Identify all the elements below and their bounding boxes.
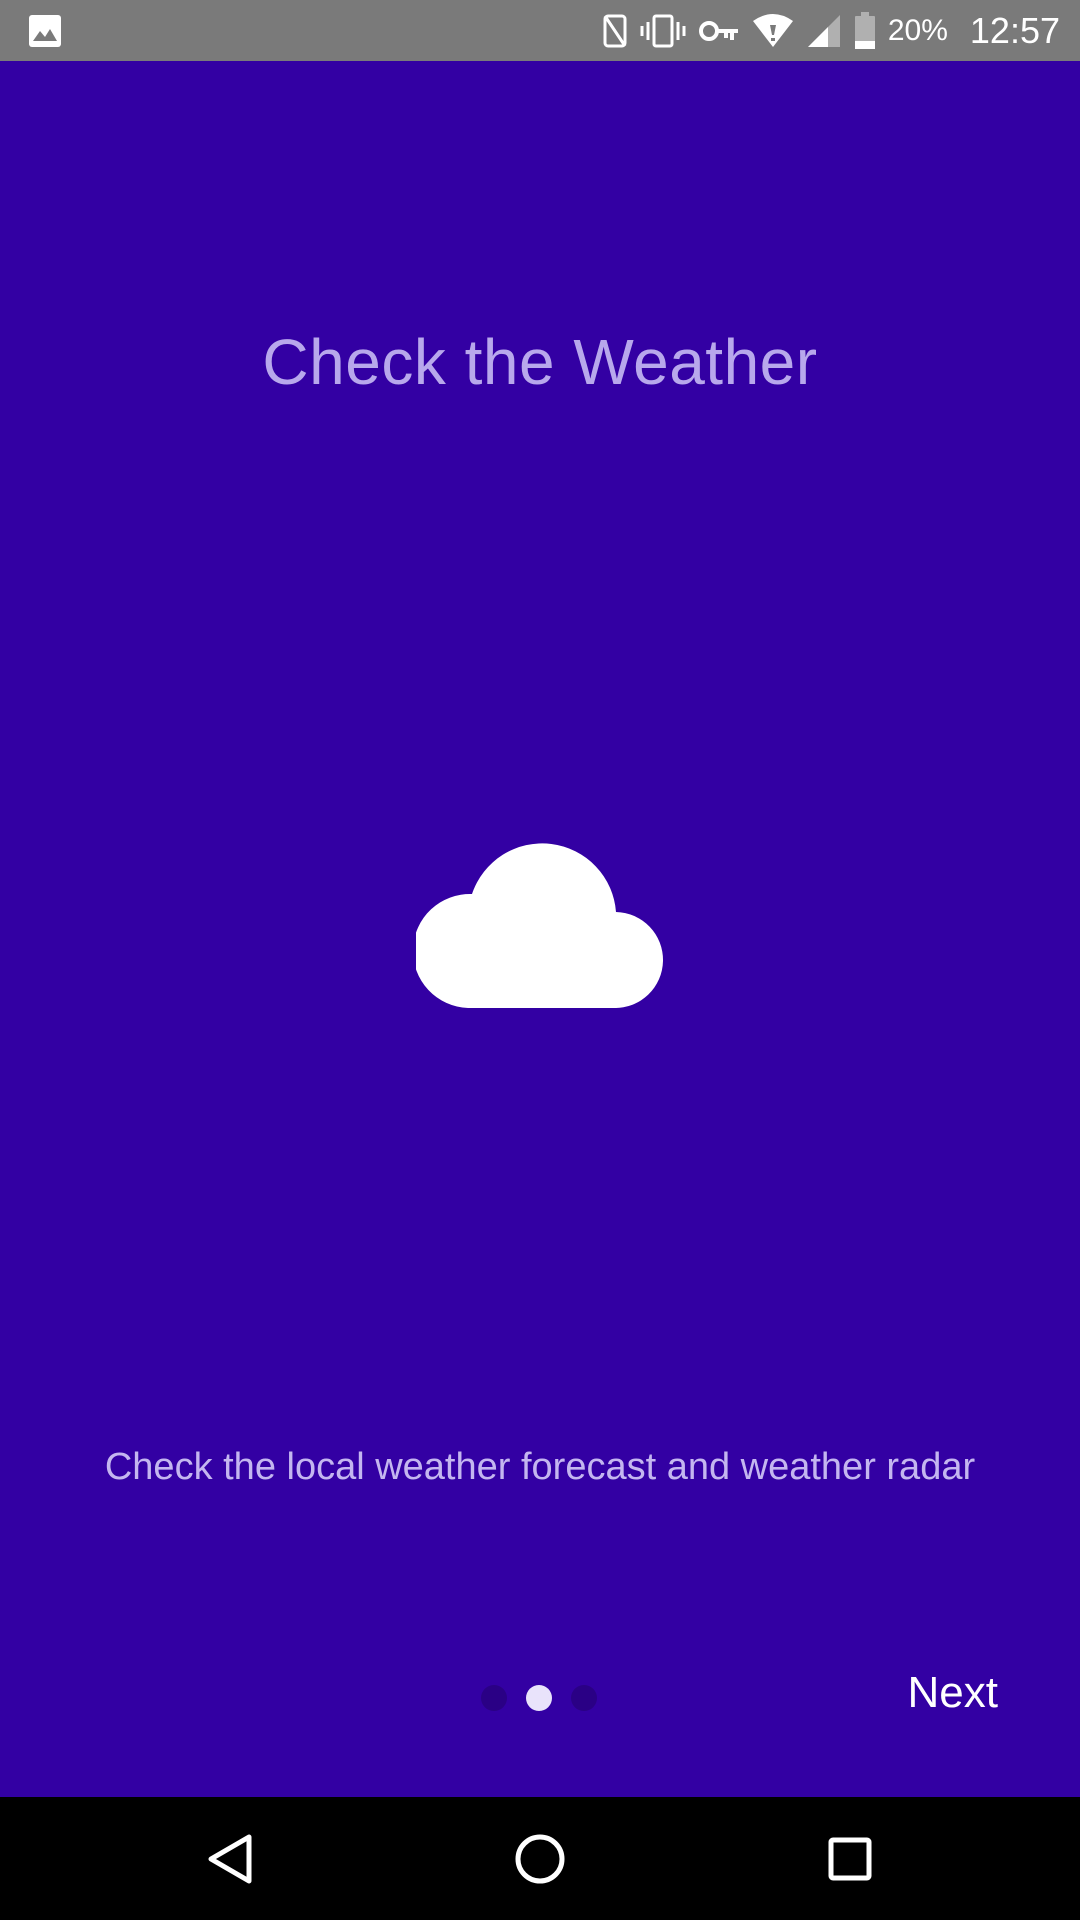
onboarding-screen: 20% 12:57 Check the Weather Check the lo… [0, 0, 1080, 1920]
status-clock: 12:57 [969, 9, 1060, 51]
vpn-key-icon [698, 18, 740, 44]
page-indicator [481, 1683, 616, 1713]
page-dot-active[interactable] [526, 1685, 552, 1711]
page-dot[interactable] [571, 1685, 597, 1711]
page-dot[interactable] [481, 1685, 507, 1711]
back-icon[interactable] [198, 1827, 262, 1891]
cloud-icon [412, 842, 664, 1009]
cell-signal-icon [806, 13, 842, 49]
status-icons: 20% 12:57 [602, 0, 1080, 61]
image-icon [28, 14, 62, 48]
wifi-icon [752, 13, 794, 49]
home-icon[interactable] [508, 1827, 572, 1891]
battery-percentage: 20% [887, 13, 948, 47]
nfc-icon [602, 13, 628, 49]
navigation-bar [0, 1797, 1080, 1920]
battery-icon [854, 11, 876, 50]
onboarding-description: Check the local weather forecast and wea… [104, 1446, 976, 1488]
next-button[interactable]: Next [908, 1668, 998, 1718]
recents-icon[interactable] [818, 1827, 882, 1891]
status-bar: 20% 12:57 [0, 0, 1080, 61]
page-title: Check the Weather [262, 326, 818, 398]
vibrate-icon [640, 13, 686, 49]
